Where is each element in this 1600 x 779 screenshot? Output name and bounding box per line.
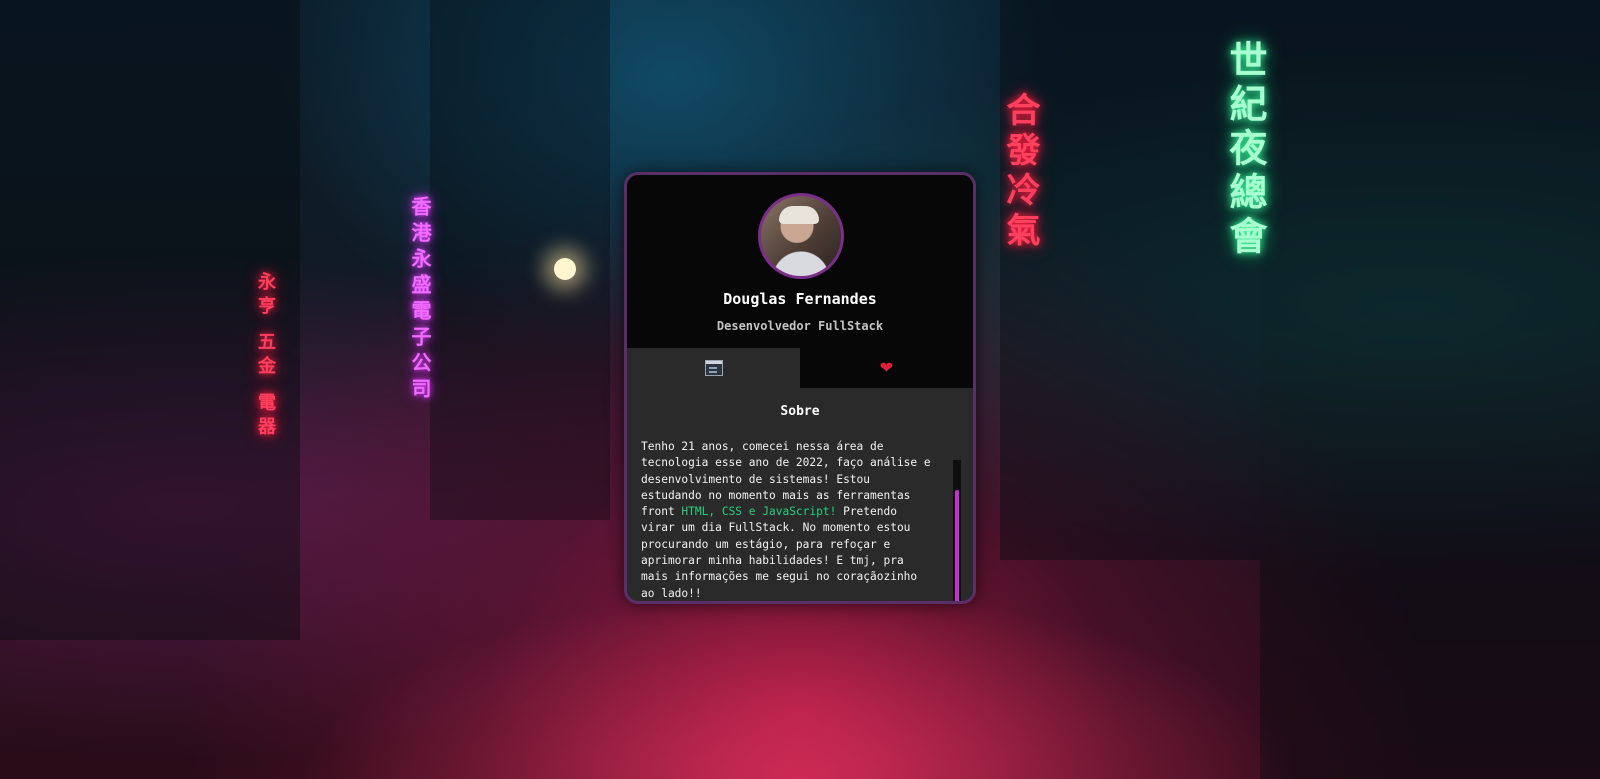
road-glow <box>300 589 1300 779</box>
profile-role: Desenvolvedor FullStack <box>716 319 884 333</box>
neon-sign-left: 香港永盛電子公司 <box>408 196 432 404</box>
neon-sign-center-right: 合發冷氣 <box>1000 92 1040 252</box>
scrollbar-thumb[interactable] <box>955 490 959 601</box>
tab-contact[interactable]: ❤ <box>800 348 973 388</box>
window-icon <box>704 360 723 376</box>
about-section: Sobre Tenho 21 anos, comecei nessa área … <box>627 404 973 601</box>
heart-icon: ❤ <box>879 358 894 377</box>
profile-name: Douglas Fernandes <box>723 290 877 308</box>
tech-highlight: HTML, CSS e JavaScript! <box>681 505 837 519</box>
avatar-photo <box>779 206 819 224</box>
scrollbar[interactable] <box>953 460 961 601</box>
street-light <box>554 258 576 280</box>
tab-bar: ❤ <box>627 348 973 388</box>
profile-card: Douglas Fernandes Desenvolvedor FullStac… <box>624 172 976 604</box>
profile-header: Douglas Fernandes Desenvolvedor FullStac… <box>627 175 973 348</box>
section-title: Sobre <box>780 404 820 419</box>
avatar <box>758 193 844 279</box>
tab-about[interactable] <box>627 348 800 388</box>
about-text: Tenho 21 anos, comecei nessa área de tec… <box>641 439 937 601</box>
about-text-rest: Pretendo virar um dia FullStack. No mome… <box>641 505 918 600</box>
neon-sign-left-small: 永亨 五金 電器 <box>255 272 276 441</box>
neon-sign-right: 世紀夜總會 <box>1223 40 1267 260</box>
